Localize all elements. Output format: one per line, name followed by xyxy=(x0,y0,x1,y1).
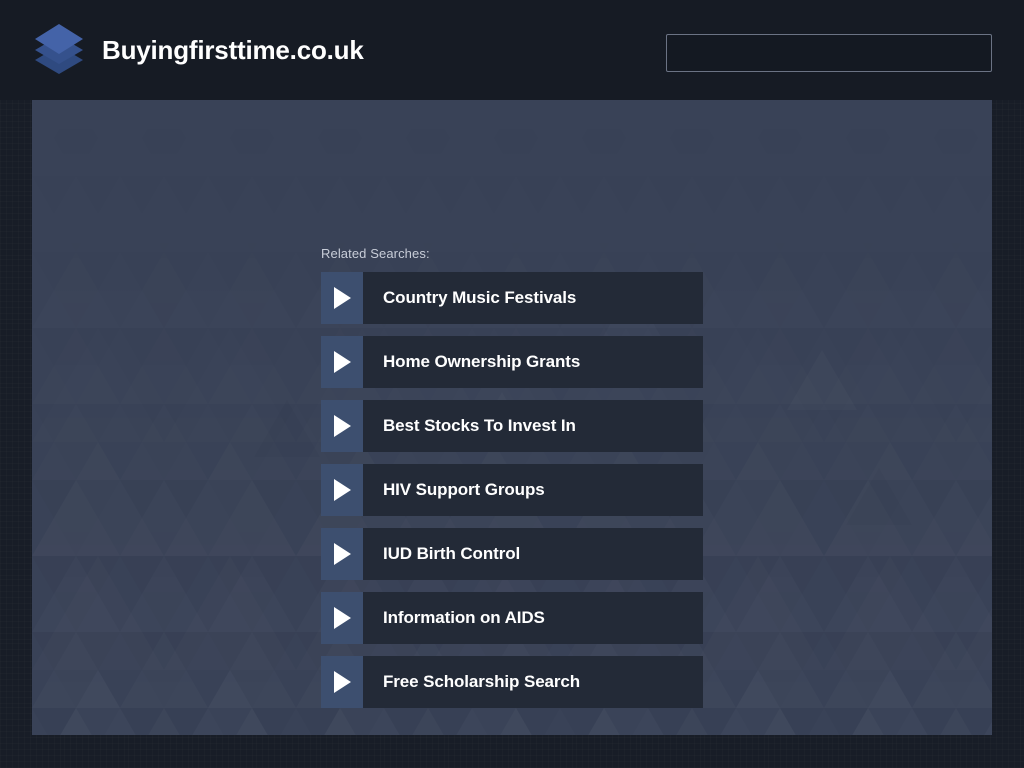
play-triangle-icon xyxy=(321,400,363,452)
content-panel: Related Searches: Country Music Festival… xyxy=(32,100,992,735)
related-search-label: Home Ownership Grants xyxy=(363,336,703,388)
site-header: Buyingfirsttime.co.uk xyxy=(0,0,1024,100)
related-search-label: Free Scholarship Search xyxy=(363,656,703,708)
brand-block[interactable]: Buyingfirsttime.co.uk xyxy=(32,22,364,78)
related-search-row[interactable]: Country Music Festivals xyxy=(321,272,703,324)
related-search-row[interactable]: IUD Birth Control xyxy=(321,528,703,580)
related-search-label: Information on AIDS xyxy=(363,592,703,644)
search-input[interactable] xyxy=(666,34,992,72)
related-search-label: IUD Birth Control xyxy=(363,528,703,580)
related-search-row[interactable]: Free Scholarship Search xyxy=(321,656,703,708)
related-search-row[interactable]: Best Stocks To Invest In xyxy=(321,400,703,452)
play-triangle-icon xyxy=(321,528,363,580)
play-triangle-icon xyxy=(321,656,363,708)
related-search-row[interactable]: Information on AIDS xyxy=(321,592,703,644)
stacked-layers-icon xyxy=(32,22,86,78)
related-search-label: HIV Support Groups xyxy=(363,464,703,516)
play-triangle-icon xyxy=(321,464,363,516)
play-triangle-icon xyxy=(321,592,363,644)
related-search-label: Best Stocks To Invest In xyxy=(363,400,703,452)
page-root: Buyingfirsttime.co.uk Related Searches: … xyxy=(0,0,1024,768)
related-searches-list: Country Music Festivals Home Ownership Gr… xyxy=(321,272,703,720)
site-title: Buyingfirsttime.co.uk xyxy=(102,34,364,65)
related-search-row[interactable]: HIV Support Groups xyxy=(321,464,703,516)
related-search-row[interactable]: Home Ownership Grants xyxy=(321,336,703,388)
related-searches-label: Related Searches: xyxy=(321,246,430,261)
play-triangle-icon xyxy=(321,336,363,388)
play-triangle-icon xyxy=(321,272,363,324)
related-search-label: Country Music Festivals xyxy=(363,272,703,324)
